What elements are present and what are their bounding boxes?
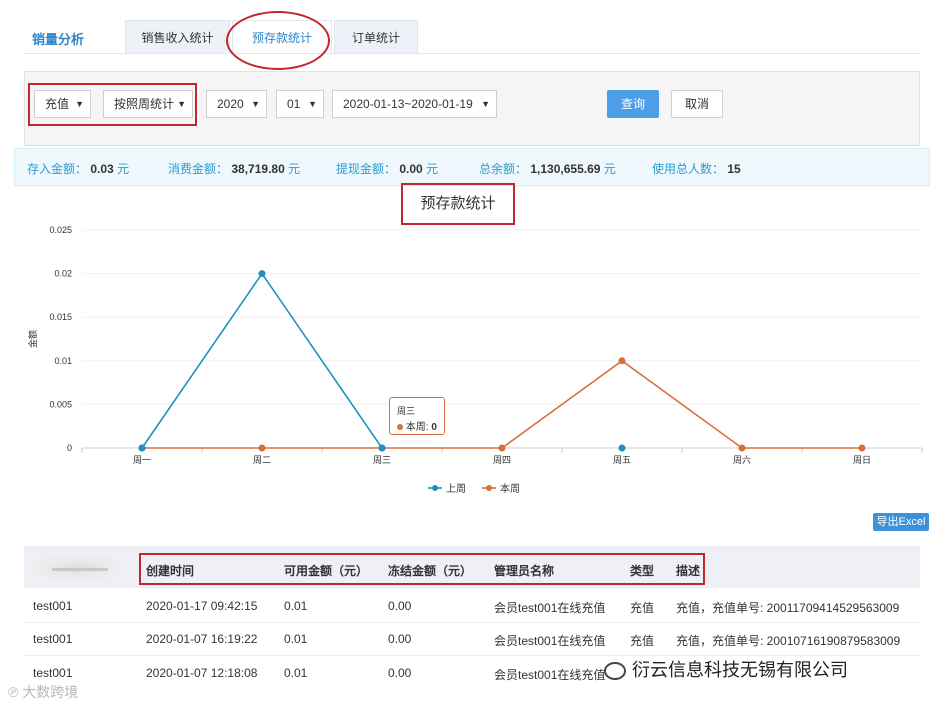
cell-frozen: 0.00: [388, 599, 412, 613]
dropdown-arrow-icon: ▼: [177, 99, 186, 109]
blurred-logo-line: [52, 568, 108, 571]
data-point: [618, 444, 626, 452]
legend-label: 上周: [446, 483, 466, 495]
data-point: [618, 357, 626, 365]
y-tick-label: 0: [67, 443, 72, 453]
cell-type: 充值: [630, 601, 655, 615]
th-type: 类型: [630, 564, 655, 578]
th-available-amount: 可用金额（元）: [284, 564, 369, 578]
th-frozen-amount: 冻结金额（元）: [388, 564, 473, 578]
x-tick-label: 周五: [613, 455, 631, 465]
cell-created-time: 2020-01-07 12:18:08: [146, 666, 258, 680]
legend-dot: [486, 485, 492, 491]
chart-tooltip: 周三 本周: 0: [389, 397, 445, 435]
cell-available: 0.01: [284, 666, 308, 680]
cell-frozen: 0.00: [388, 632, 412, 646]
stat-deposit: 存入金额： 0.03 元: [27, 162, 130, 176]
query-button[interactable]: 查询: [607, 90, 659, 118]
chart-title: 预存款统计: [420, 195, 496, 212]
x-tick-label: 周日: [853, 455, 871, 465]
stat-consume: 消费金额： 38,719.80 元: [168, 162, 301, 176]
x-tick-label: 周六: [733, 454, 751, 465]
x-tick-label: 周四: [493, 455, 511, 465]
cell-admin: 会员test001在线充值: [494, 634, 606, 648]
line-chart: 00.0050.010.0150.020.025周一 周二 周三 周四 周五 周六 周日金额…: [27, 225, 923, 495]
legend-label: 本周: [500, 482, 520, 495]
year-select-value: 2020: [217, 97, 244, 111]
y-tick-label: 0.01: [54, 356, 72, 366]
period-select[interactable]: 按照周统计 ▼: [103, 90, 193, 118]
stat-users: 使用总人数： 15: [652, 162, 741, 176]
cell-admin: 会员test001在线充值: [494, 601, 606, 615]
stats-bar: [14, 148, 930, 186]
y-tick-label: 0.025: [49, 225, 72, 235]
cell-description: 充值，充值单号: 20011709414529563009: [676, 601, 900, 615]
cell-user: test001: [33, 632, 73, 646]
stat-withdraw: 提现金额： 0.00 元: [336, 162, 439, 176]
type-select[interactable]: 充值 ▼: [34, 90, 91, 118]
export-excel-button[interactable]: 导出Excel: [873, 513, 929, 531]
data-point: [138, 444, 146, 452]
y-tick-label: 0.02: [54, 269, 72, 279]
year-select[interactable]: 2020 ▼: [206, 90, 267, 118]
tab-sales-revenue[interactable]: 销售收入统计: [125, 20, 230, 54]
highlight-ellipse: [226, 11, 330, 70]
y-tick-label: 0.015: [49, 312, 72, 322]
cell-created-time: 2020-01-17 09:42:15: [146, 599, 258, 613]
cell-frozen: 0.00: [388, 666, 412, 680]
watermark-logo-icon: ℗: [8, 684, 19, 700]
type-select-value: 充值: [45, 97, 70, 111]
dropdown-arrow-icon: ▼: [75, 99, 84, 109]
cell-description: 充值，充值单号: 20010716190879583009: [676, 634, 901, 648]
month-select[interactable]: 01 ▼: [276, 90, 324, 118]
period-select-value: 按照周统计: [114, 97, 175, 111]
cancel-button[interactable]: 取消: [671, 90, 723, 118]
y-axis-label: 金额: [27, 330, 38, 348]
data-point: [378, 444, 386, 452]
cell-admin: 会员test001在线充值: [494, 668, 606, 682]
data-point: [498, 444, 506, 452]
dropdown-arrow-icon: ▼: [308, 99, 317, 109]
tooltip-category: 周三: [397, 406, 416, 416]
corner-watermark: ℗ 大数跨境: [8, 684, 79, 700]
th-created-time: 创建时间: [146, 564, 195, 578]
tooltip-value-row: 本周: 0: [397, 418, 437, 433]
tooltip-dot-icon: [397, 424, 403, 430]
week-select-value: 2020-01-13~2020-01-19: [343, 97, 473, 111]
y-tick-label: 0.005: [49, 399, 72, 409]
company-watermark: 衍云信息科技无锡有限公司: [632, 660, 848, 680]
data-point: [258, 270, 266, 278]
x-tick-label: 周三: [373, 455, 391, 465]
th-admin-name: 管理员名称: [494, 564, 555, 578]
dropdown-arrow-icon: ▼: [251, 99, 260, 109]
x-tick-label: 周二: [253, 455, 271, 465]
tab-divider: [24, 53, 920, 54]
x-tick-label: 周一: [133, 455, 151, 465]
wechat-icon: [604, 662, 626, 680]
row-divider: [24, 622, 920, 623]
cell-user: test001: [33, 599, 73, 613]
cell-available: 0.01: [284, 599, 308, 613]
cell-type: 充值: [630, 634, 655, 648]
data-point: [858, 444, 866, 452]
legend-dot: [432, 485, 438, 491]
section-title: 销量分析: [32, 32, 85, 47]
th-description: 描述: [676, 564, 701, 578]
data-point: [738, 444, 746, 452]
stat-balance: 总余额： 1,130,655.69 元: [479, 162, 616, 176]
data-point: [258, 444, 266, 452]
cell-available: 0.01: [284, 632, 308, 646]
dropdown-arrow-icon: ▼: [481, 99, 490, 109]
tab-order-stats[interactable]: 订单统计: [334, 20, 418, 54]
cell-created-time: 2020-01-07 16:19:22: [146, 632, 258, 646]
month-select-value: 01: [287, 97, 301, 111]
week-select[interactable]: 2020-01-13~2020-01-19 ▼: [332, 90, 497, 118]
cell-user: test001: [33, 666, 73, 680]
